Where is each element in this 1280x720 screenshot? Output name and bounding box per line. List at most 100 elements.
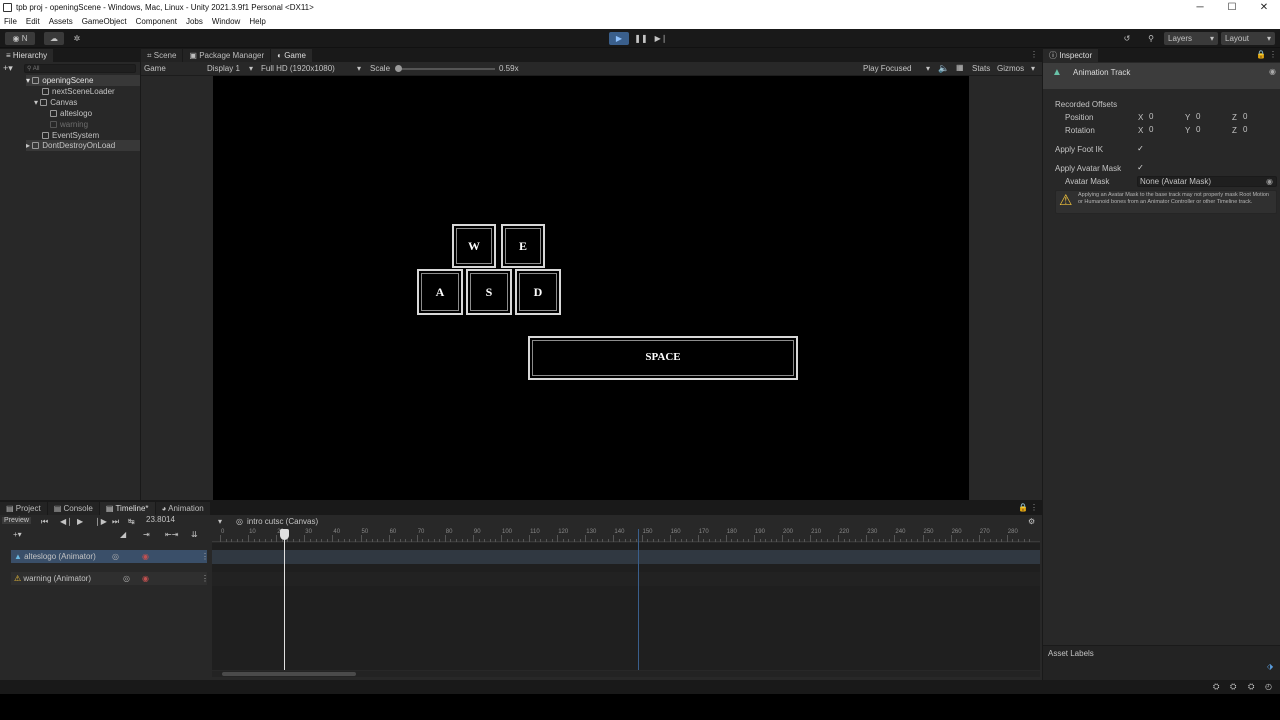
next-frame-icon[interactable]: ❘▶ [94, 517, 107, 526]
panel-menu-icon[interactable]: ⋮ [1269, 50, 1277, 59]
loop-icon[interactable]: ↹ [128, 517, 135, 526]
track-alteslogo[interactable]: ▲ alteslogo (Animator) ◎ ◉ ⋮ [11, 550, 209, 563]
display-dropdown[interactable]: Display 1 [207, 64, 240, 73]
tab-hierarchy[interactable]: ≡ Hierarchy [0, 49, 55, 62]
curve-icon[interactable]: ◢ [120, 530, 126, 539]
record-offset-icon[interactable]: ◎ [112, 550, 119, 563]
ripple-icon[interactable]: ⇤⇥ [165, 530, 178, 539]
layers-dropdown[interactable]: Layers ▾ [1164, 32, 1218, 45]
avatar-mask-field[interactable]: None (Avatar Mask) ◉ [1137, 176, 1277, 187]
track-lane-warning[interactable] [212, 572, 1040, 586]
resolution-dropdown[interactable]: Full HD (1920x1080) [261, 64, 335, 73]
tree-item-warning[interactable]: warning [50, 119, 88, 130]
tab-package-manager[interactable]: ▣ Package Manager [183, 49, 272, 62]
tab-timeline[interactable]: ▤ Timeline* [99, 502, 156, 515]
menu-jobs[interactable]: Jobs [186, 15, 203, 29]
timeline-hscrollbar[interactable] [212, 671, 1040, 677]
tab-scene[interactable]: ⌗ Scene [141, 49, 184, 62]
tree-item-openingscene[interactable]: ▾ openingScene [26, 75, 140, 86]
tree-item-dontdestroyonload[interactable]: ▸ DontDestroyOnLoad [26, 140, 140, 151]
timeline-ruler[interactable]: 0102030405060708090100110120130140150160… [212, 529, 1040, 542]
track-menu-icon[interactable]: ⋮ [201, 550, 209, 563]
mute-audio-icon[interactable]: 🔈 [938, 63, 949, 74]
gizmos-button[interactable]: Gizmos [997, 64, 1024, 73]
collab-icon[interactable]: ✲ [68, 32, 86, 45]
tree-item-canvas[interactable]: ▾ Canvas [34, 97, 77, 108]
maximize-icon[interactable]: ☐ [1216, 0, 1248, 15]
menu-gameobject[interactable]: GameObject [82, 15, 127, 29]
menu-component[interactable]: Component [136, 15, 177, 29]
minimize-icon[interactable]: ─ [1184, 0, 1216, 15]
timeline-hscrollbar-thumb[interactable] [222, 672, 356, 676]
menu-assets[interactable]: Assets [49, 15, 73, 29]
track-menu-icon[interactable]: ⋮ [201, 572, 209, 585]
lock-icon[interactable]: 🔒 [1256, 50, 1266, 59]
bug-icon[interactable]: ⛭ [1213, 682, 1219, 692]
progress-icon[interactable]: ◴ [1265, 682, 1272, 691]
tab-project[interactable]: ▤ Project [0, 502, 48, 515]
account-button[interactable]: ◉ N [5, 32, 35, 45]
add-object-button[interactable]: +▾ [3, 63, 13, 74]
step-button[interactable]: ▶❘ [651, 32, 671, 45]
goto-start-icon[interactable]: ⏮ [41, 517, 48, 527]
rotation-x-field[interactable]: 0 [1147, 126, 1185, 136]
layers-status-icon[interactable]: ⛭ [1248, 682, 1254, 692]
time-field[interactable]: 23.8014 [144, 516, 214, 526]
object-picker-icon[interactable]: ◉ [1266, 177, 1273, 186]
record-offset-icon[interactable]: ◎ [123, 572, 130, 585]
menu-file[interactable]: File [4, 15, 17, 29]
network-icon[interactable]: ⛭ [1230, 682, 1236, 692]
game-view-dropdown[interactable]: Game [144, 64, 166, 73]
position-y-field[interactable]: 0 [1194, 113, 1232, 123]
stats-button[interactable]: Stats [972, 64, 990, 73]
menu-help[interactable]: Help [249, 15, 265, 29]
record-icon[interactable]: ◉ [142, 550, 149, 563]
scale-slider[interactable] [399, 68, 495, 70]
tag-icon[interactable]: ⬗ [1267, 662, 1273, 671]
panel-menu-icon[interactable]: ⋮ [1030, 50, 1038, 59]
add-track-button[interactable]: +▾ [13, 530, 22, 539]
scale-slider-handle[interactable] [395, 65, 402, 72]
tab-game[interactable]: ◐ Game [271, 49, 313, 62]
undo-history-icon[interactable]: ↺ [1118, 32, 1136, 45]
position-z-field[interactable]: 0 [1241, 113, 1277, 123]
grid-icon[interactable]: ▦ [956, 63, 964, 72]
apply-avatar-mask-checkbox[interactable]: ✓ [1136, 163, 1145, 172]
rotation-y-field[interactable]: 0 [1194, 126, 1232, 136]
position-x-field[interactable]: 0 [1147, 113, 1185, 123]
pause-button[interactable]: ❚❚ [631, 32, 651, 45]
track-lane-alteslogo[interactable] [212, 550, 1040, 564]
play-button[interactable]: ▶ [609, 32, 629, 45]
panel-menu-icon[interactable]: ⋮ [1030, 503, 1038, 512]
playhead-handle[interactable] [280, 529, 289, 540]
game-view[interactable]: W E A S D SPACE [213, 76, 969, 500]
search-icon[interactable]: ⚲ [1142, 32, 1160, 45]
close-icon[interactable]: ✕ [1248, 0, 1280, 15]
tree-item-alteslogo[interactable]: alteslogo [50, 108, 92, 119]
rotation-z-field[interactable]: 0 [1241, 126, 1277, 136]
goto-end-icon[interactable]: ⏭ [112, 517, 119, 527]
cloud-icon[interactable]: ☁ [44, 32, 64, 45]
apply-foot-ik-checkbox[interactable]: ✓ [1136, 144, 1145, 153]
play-focused-dropdown[interactable]: Play Focused [863, 64, 911, 73]
frame-nav-icon[interactable]: ⇥ [143, 530, 150, 539]
menu-window[interactable]: Window [212, 15, 240, 29]
track-warning[interactable]: ⚠ warning (Animator) ◎ ◉ ⋮ [11, 572, 209, 585]
menu-edit[interactable]: Edit [26, 15, 40, 29]
play-timeline-icon[interactable]: ▶ [77, 517, 83, 526]
settings-gear-icon[interactable]: ⚙ [1028, 517, 1035, 526]
hierarchy-search-input[interactable]: ⚲ All [24, 64, 136, 73]
tab-console[interactable]: ▤ Console [47, 502, 100, 515]
help-icon[interactable]: ◉ [1269, 67, 1276, 76]
tree-item-nextsceneloader[interactable]: nextSceneLoader [42, 86, 115, 97]
record-icon[interactable]: ◉ [142, 572, 149, 585]
snap-icon[interactable]: ⇊ [191, 530, 198, 539]
prev-frame-icon[interactable]: ◀❘ [60, 517, 73, 526]
playhead[interactable] [284, 535, 285, 670]
preview-button[interactable]: Preview [2, 517, 31, 524]
layout-dropdown[interactable]: Layout ▾ [1221, 32, 1275, 45]
lock-icon[interactable]: 🔒 [1018, 503, 1028, 512]
timeline-asset-name[interactable]: intro cutsc (Canvas) [247, 517, 318, 526]
tab-inspector[interactable]: ⓘ Inspector [1043, 49, 1100, 62]
tab-animation[interactable]: ◕ Animation [155, 502, 211, 515]
